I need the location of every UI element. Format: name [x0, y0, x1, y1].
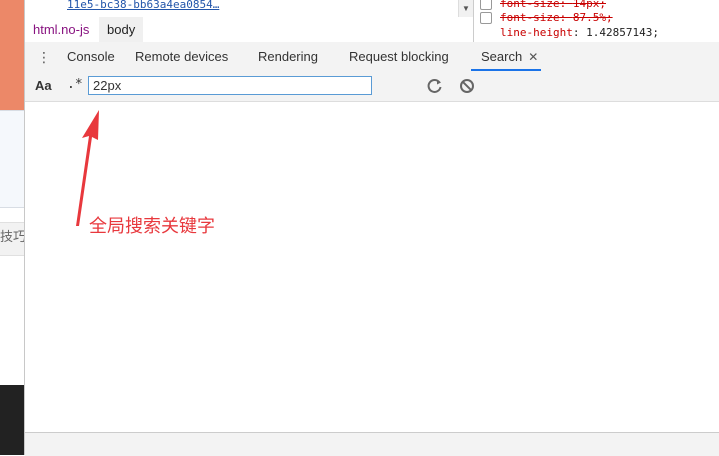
more-tools-menu-icon[interactable]: ⋮	[37, 48, 51, 66]
drawer-tab-bar: ⋮ Console Remote devices Rendering Reque…	[25, 42, 719, 73]
tab-rendering[interactable]: Rendering	[258, 42, 318, 71]
annotation-arrow	[76, 110, 99, 226]
page-content-band	[0, 110, 25, 208]
annotation-text: 全局搜索关键字	[89, 216, 215, 237]
page-footer-band	[0, 385, 25, 455]
style-property-struck: font-size: 87.5%;	[500, 11, 613, 24]
style-rule-line: line-height: 1.42857143;	[500, 26, 659, 39]
regex-button[interactable]: .*	[67, 77, 83, 92]
devtools-panel: 11e5-bc38-bb63a4ea0854… ▼ html.no-js bod…	[24, 0, 719, 456]
close-icon[interactable]: ✕	[528, 43, 538, 72]
style-rule-line: font-size: 87.5%;	[480, 11, 613, 25]
style-checkbox[interactable]	[480, 12, 492, 24]
tab-console[interactable]: Console	[67, 42, 115, 71]
style-rule-line: font-size: 14px;	[480, 0, 606, 11]
elements-resource-link[interactable]: 11e5-bc38-bb63a4ea0854…	[67, 0, 219, 11]
tab-request-blocking[interactable]: Request blocking	[349, 42, 449, 71]
scroll-down-arrow-icon[interactable]: ▼	[458, 0, 473, 17]
tab-search[interactable]: Search ✕	[471, 42, 541, 71]
elements-pane: 11e5-bc38-bb63a4ea0854… ▼	[25, 0, 473, 18]
style-property-struck: font-size: 14px;	[500, 0, 606, 10]
refresh-icon[interactable]	[426, 77, 444, 95]
tab-remote-devices[interactable]: Remote devices	[135, 42, 228, 71]
search-input[interactable]	[88, 76, 372, 95]
clear-icon[interactable]	[458, 77, 476, 95]
page-header-band	[0, 0, 25, 110]
breadcrumb-html[interactable]: html.no-js	[25, 17, 97, 42]
style-property: line-height	[500, 26, 573, 39]
search-results-area: 全局搜索关键字	[25, 102, 719, 432]
search-toolbar: Aa .*	[25, 72, 719, 102]
page-strip: 技巧	[0, 0, 25, 455]
page-partial-text: 技巧	[0, 222, 25, 256]
style-value: 1.42857143;	[586, 26, 659, 39]
tab-search-label: Search	[481, 49, 523, 64]
styles-pane: font-size: 14px; font-size: 87.5%; line-…	[473, 0, 719, 42]
breadcrumb-body[interactable]: body	[99, 17, 144, 42]
dom-breadcrumb: html.no-js body	[25, 17, 473, 43]
status-bar	[25, 432, 719, 456]
match-case-button[interactable]: Aa	[35, 78, 52, 93]
style-checkbox[interactable]	[480, 0, 492, 10]
